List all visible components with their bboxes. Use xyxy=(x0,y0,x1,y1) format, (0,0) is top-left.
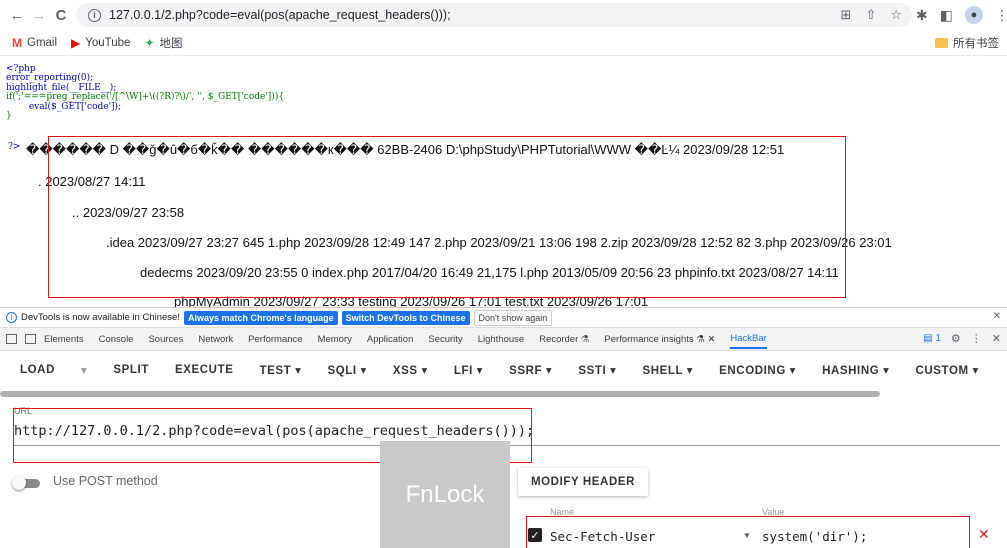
tab-console[interactable]: Console xyxy=(99,334,134,345)
notice-text: DevTools is now available in Chinese! xyxy=(21,312,180,323)
extensions-icon[interactable]: ✱ xyxy=(916,7,928,24)
tab-application[interactable]: Application xyxy=(367,334,413,345)
bookmark-label: Gmail xyxy=(27,36,58,49)
bookmarks-bar: M Gmail ▶ YouTube ✦ 地图 所有书签 xyxy=(0,30,1007,56)
dont-show-again-button[interactable]: Don't show again xyxy=(473,309,553,326)
execute-button[interactable]: EXECUTE xyxy=(175,364,234,376)
switch-language-button[interactable]: Switch DevTools to Chinese xyxy=(341,310,470,325)
bookmark-youtube[interactable]: ▶ YouTube xyxy=(71,36,130,50)
php-source-code: <?php error_reporting(0); highlight_file… xyxy=(6,64,284,122)
hackbar-panel: LOAD ▾ SPLIT EXECUTE TEST ▾ SQLI ▾ XSS ▾… xyxy=(0,351,1007,548)
match-language-button[interactable]: Always match Chrome's language xyxy=(183,310,338,325)
devtools-tabbar: Elements Console Sources Network Perform… xyxy=(0,327,1007,351)
device-toolbar-icon[interactable] xyxy=(25,334,36,344)
load-dropdown-icon[interactable]: ▾ xyxy=(81,363,87,377)
ssti-menu[interactable]: SSTI ▾ xyxy=(578,363,616,377)
youtube-icon: ▶ xyxy=(71,35,81,50)
inspect-element-icon[interactable] xyxy=(6,334,17,344)
browser-actions: ✱ ◧ ● ⋮ xyxy=(916,0,1007,30)
side-panel-icon[interactable]: ◧ xyxy=(940,7,953,24)
issues-count: 1 xyxy=(935,333,941,344)
translate-icon[interactable]: ⊞ xyxy=(841,7,852,23)
browser-window: ← → C i 127.0.0.1/2.php?code=eval(pos(ap… xyxy=(0,0,1007,548)
folder-icon xyxy=(935,38,948,48)
load-button[interactable]: LOAD xyxy=(20,364,55,376)
highlight-box-header xyxy=(526,516,970,548)
tab-network[interactable]: Network xyxy=(198,334,233,345)
lfi-menu[interactable]: LFI ▾ xyxy=(454,363,483,377)
gmail-icon: M xyxy=(12,35,22,50)
close-devtools-icon[interactable]: ✕ xyxy=(992,332,1001,345)
site-info-icon[interactable]: i xyxy=(88,8,101,22)
address-url[interactable]: 127.0.0.1/2.php?code=eval(pos(apache_req… xyxy=(109,8,451,22)
tab-sources[interactable]: Sources xyxy=(148,334,183,345)
tab-recorder[interactable]: Recorder ⚗ xyxy=(539,334,589,345)
page-content: <?php error_reporting(0); highlight_file… xyxy=(0,57,1007,307)
menu-kebab-icon[interactable]: ⋮ xyxy=(995,7,1007,24)
fnlock-overlay: FnLock xyxy=(380,441,510,548)
maps-icon: ✦ xyxy=(144,35,155,50)
bookmark-label: YouTube xyxy=(85,36,131,49)
info-icon: i xyxy=(6,312,17,323)
custom-menu[interactable]: CUSTOM ▾ xyxy=(915,363,978,377)
shell-menu[interactable]: SHELL ▾ xyxy=(642,363,693,377)
reload-button[interactable]: C xyxy=(50,4,72,26)
remove-header-icon[interactable]: ✕ xyxy=(978,526,990,543)
code-line: eval($_GET['code']); xyxy=(6,101,122,112)
ssrf-menu[interactable]: SSRF ▾ xyxy=(509,363,552,377)
toggle-knob xyxy=(12,476,26,490)
php-close-tag: ?> xyxy=(8,142,21,152)
horizontal-scrollbar[interactable] xyxy=(0,391,880,397)
modify-header-button[interactable]: MODIFY HEADER xyxy=(518,468,648,496)
tab-memory[interactable]: Memory xyxy=(318,334,352,345)
devtools-actions: ▤ 1 ⚙ ⋮ ✕ xyxy=(923,332,1001,345)
browser-toolbar: ← → C i 127.0.0.1/2.php?code=eval(pos(ap… xyxy=(0,0,1007,30)
tab-hackbar[interactable]: HackBar xyxy=(730,329,767,349)
post-method-toggle[interactable] xyxy=(12,476,42,490)
tab-performance-insights[interactable]: Performance insights ⚗ ✕ xyxy=(604,334,715,345)
hackbar-menu: LOAD ▾ SPLIT EXECUTE TEST ▾ SQLI ▾ XSS ▾… xyxy=(0,351,1007,389)
close-icon[interactable]: ✕ xyxy=(993,311,1001,322)
all-bookmarks-label: 所有书签 xyxy=(953,38,999,50)
post-method-label: Use POST method xyxy=(53,474,158,488)
tab-security[interactable]: Security xyxy=(428,334,462,345)
bookmark-star-icon[interactable]: ☆ xyxy=(890,7,902,23)
devtools-language-notice: i DevTools is now available in Chinese! … xyxy=(0,307,1007,327)
devtools-menu-icon[interactable]: ⋮ xyxy=(971,332,982,345)
profile-avatar-icon[interactable]: ● xyxy=(964,6,983,24)
hashing-menu[interactable]: HASHING ▾ xyxy=(822,363,889,377)
bookmark-maps[interactable]: ✦ 地图 xyxy=(144,35,182,51)
address-bar[interactable]: i 127.0.0.1/2.php?code=eval(pos(apache_r… xyxy=(76,3,912,27)
back-button[interactable]: ← xyxy=(6,4,28,26)
issues-badge[interactable]: ▤ 1 xyxy=(923,333,941,344)
forward-button[interactable]: → xyxy=(28,4,50,26)
code-line: } xyxy=(6,111,12,122)
tab-lighthouse[interactable]: Lighthouse xyxy=(478,334,524,345)
bookmark-label: 地图 xyxy=(159,37,183,50)
tab-performance[interactable]: Performance xyxy=(248,334,302,345)
tab-elements[interactable]: Elements xyxy=(44,334,84,345)
settings-gear-icon[interactable]: ⚙ xyxy=(951,332,961,345)
all-bookmarks[interactable]: 所有书签 xyxy=(935,35,999,51)
share-icon[interactable]: ⇧ xyxy=(865,7,876,23)
encoding-menu[interactable]: ENCODING ▾ xyxy=(719,363,796,377)
xss-menu[interactable]: XSS ▾ xyxy=(393,363,428,377)
split-button[interactable]: SPLIT xyxy=(113,364,149,376)
bookmark-gmail[interactable]: M Gmail xyxy=(12,36,57,50)
highlight-box-output xyxy=(48,136,846,298)
omnibox-actions: ⊞ ⇧ ☆ xyxy=(841,7,902,23)
sqli-menu[interactable]: SQLI ▾ xyxy=(327,363,366,377)
test-menu[interactable]: TEST ▾ xyxy=(259,363,301,377)
